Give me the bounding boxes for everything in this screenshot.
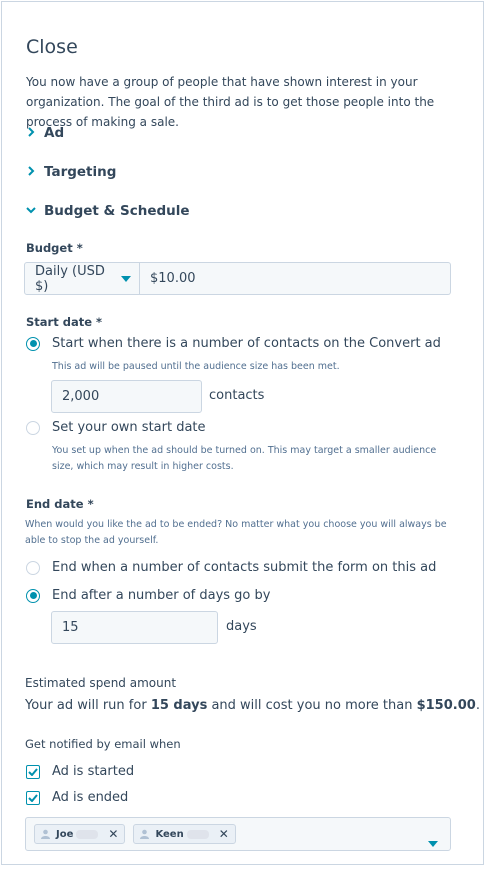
chevron-right-icon <box>26 125 44 141</box>
end-days-label: End after a number of days go by <box>52 588 271 603</box>
section-targeting-label: Targeting <box>44 164 117 180</box>
section-targeting[interactable]: Targeting <box>26 164 116 180</box>
budget-amount-input[interactable]: $10.00 <box>140 262 451 295</box>
days-count-value: 15 <box>62 620 79 635</box>
start-contacts-help: This ad will be paused until the audienc… <box>52 361 340 372</box>
budget-type-select[interactable]: Daily (USD $) <box>24 262 140 295</box>
check-icon <box>28 767 38 776</box>
start-contacts-label: Start when there is a number of contacts… <box>52 336 441 351</box>
redacted-surname <box>76 829 99 839</box>
user-icon <box>41 829 50 839</box>
recipient-name: Joe <box>56 828 74 840</box>
days-count-input[interactable]: 15 <box>51 611 218 644</box>
section-budget-schedule-label: Budget & Schedule <box>44 203 190 219</box>
end-date-help: When would you like the ad to be ended? … <box>25 519 447 546</box>
days-unit-label: days <box>226 619 257 634</box>
ad-settings-panel: Close You now have a group of people tha… <box>1 1 484 865</box>
end-date-label: End date * <box>26 497 94 511</box>
remove-recipient-icon[interactable]: ✕ <box>108 827 118 841</box>
estimate-suffix: . <box>475 698 480 713</box>
start-contacts-radio[interactable] <box>26 336 40 351</box>
end-submissions-label: End when a number of contacts submit the… <box>52 560 437 575</box>
recipient-tag: Joe ✕ <box>34 824 126 844</box>
budget-type-value: Daily (USD $) <box>35 263 105 294</box>
remove-recipient-icon[interactable]: ✕ <box>219 827 229 841</box>
user-icon <box>140 829 150 839</box>
notify-label: Get notified by email when <box>25 737 181 751</box>
recipients-select[interactable]: Joe ✕ Keen ✕ <box>25 817 451 851</box>
recipient-tag: Keen ✕ <box>133 824 236 844</box>
estimate-amount: $150.00 <box>416 698 476 713</box>
estimate-text: Your ad will run for 15 days and will co… <box>25 698 480 713</box>
notify-ended-label: Ad is ended <box>52 790 129 805</box>
contacts-unit-label: contacts <box>209 388 265 403</box>
estimate-days: 15 days <box>150 698 208 713</box>
start-own-date-label: Set your own start date <box>52 420 206 435</box>
estimate-middle: and will cost you no more than <box>207 698 417 713</box>
notify-ended-option[interactable]: Ad is ended <box>26 790 128 805</box>
end-days-radio[interactable] <box>26 588 40 603</box>
end-option-days[interactable]: End after a number of days go by <box>26 588 270 603</box>
caret-down-icon <box>121 271 131 286</box>
start-option-own-date[interactable]: Set your own start date <box>26 420 206 435</box>
contacts-count-value: 2,000 <box>62 389 100 404</box>
caret-down-icon[interactable] <box>428 832 438 851</box>
start-own-date-help: You set up when the ad should be turned … <box>52 445 437 472</box>
start-own-date-radio[interactable] <box>26 420 40 435</box>
notify-started-option[interactable]: Ad is started <box>26 764 134 779</box>
chevron-right-icon <box>26 164 44 180</box>
intro-text: You now have a group of people that have… <box>26 75 435 129</box>
end-option-submissions[interactable]: End when a number of contacts submit the… <box>26 560 436 575</box>
start-option-contacts[interactable]: Start when there is a number of contacts… <box>26 336 441 351</box>
notify-started-label: Ad is started <box>52 764 135 779</box>
budget-label: Budget * <box>26 241 83 255</box>
section-ad-label: Ad <box>44 125 65 141</box>
section-budget-schedule[interactable]: Budget & Schedule <box>26 203 190 219</box>
section-ad[interactable]: Ad <box>26 125 64 141</box>
panel-title: Close <box>26 36 78 58</box>
budget-input-group: Daily (USD $) $10.00 <box>24 262 451 295</box>
chevron-down-icon <box>26 203 44 219</box>
budget-amount-value: $10.00 <box>150 271 196 286</box>
notify-ended-checkbox[interactable] <box>26 790 40 805</box>
contacts-count-input[interactable]: 2,000 <box>51 380 202 413</box>
estimate-label: Estimated spend amount <box>25 676 177 690</box>
recipient-name: Keen <box>155 828 184 840</box>
start-date-label: Start date * <box>26 315 103 329</box>
redacted-surname <box>186 829 209 839</box>
estimate-prefix: Your ad will run for <box>25 698 151 713</box>
check-icon <box>28 793 38 802</box>
notify-started-checkbox[interactable] <box>26 764 40 779</box>
end-submissions-radio[interactable] <box>26 560 40 575</box>
